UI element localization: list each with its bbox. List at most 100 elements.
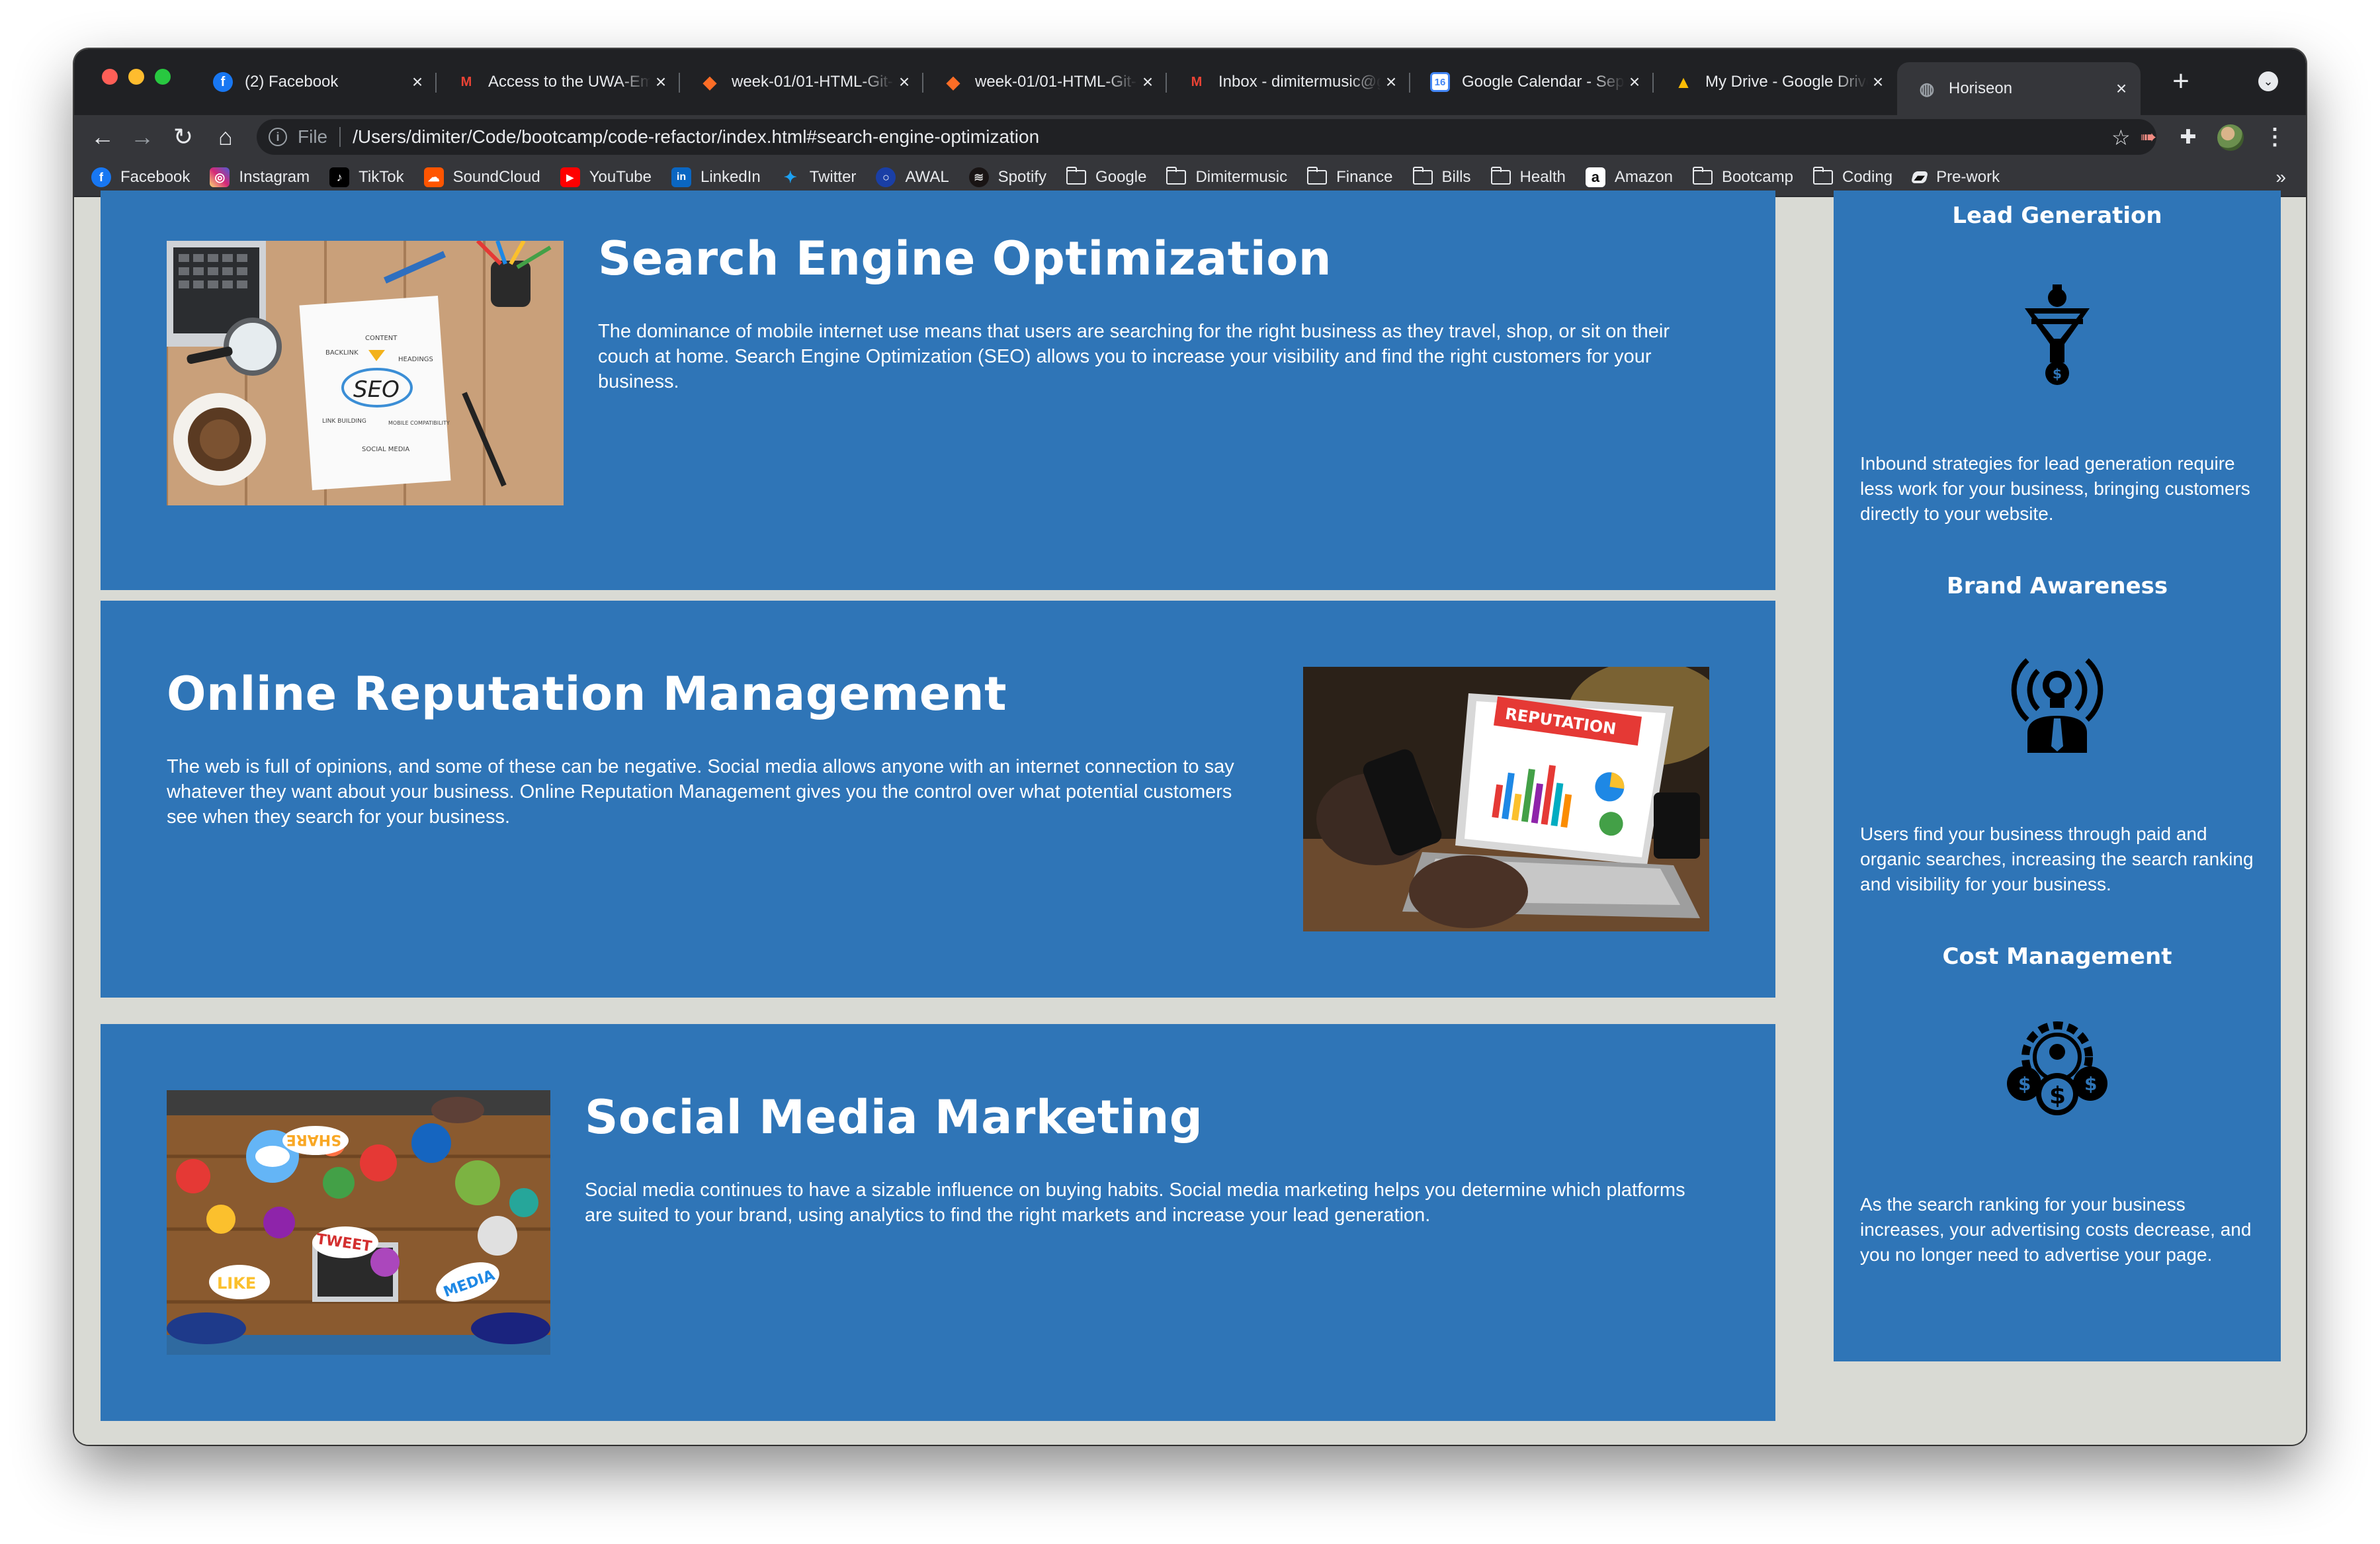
bookmark-folder-finance[interactable]: Finance xyxy=(1307,167,1393,187)
bookmarks-overflow-button[interactable]: » xyxy=(2275,167,2286,188)
gitlab-icon: ◆ xyxy=(703,71,716,92)
bookmark-label: Twitter xyxy=(809,168,857,186)
bookmark-folder-bootcamp[interactable]: Bootcamp xyxy=(1692,167,1793,187)
folder-icon xyxy=(1490,167,1511,185)
close-icon[interactable]: × xyxy=(1625,72,1644,92)
address-bar[interactable]: i File /Users/dimiter/Code/bootcamp/code… xyxy=(257,119,2156,155)
cost-management-icon: $ $ $ xyxy=(1834,1017,2281,1123)
close-icon[interactable]: × xyxy=(1138,72,1158,92)
seo-photo-text-mobile: MOBILE COMPATIBILITY xyxy=(388,420,450,426)
bookmark-spotify[interactable]: ≋ Spotify xyxy=(968,167,1046,187)
bookmark-label: SoundCloud xyxy=(452,168,540,186)
bookmark-label: Google xyxy=(1095,168,1147,186)
close-icon[interactable]: × xyxy=(1381,72,1401,92)
folder-icon xyxy=(1692,167,1713,185)
browser-menu-icon[interactable]: ⋮ xyxy=(2264,122,2286,152)
bookmark-awal[interactable]: ○ AWAL xyxy=(876,167,949,187)
linkedin-icon: in xyxy=(671,167,691,187)
tab-google-calendar[interactable]: 16 Google Calendar - Sept × xyxy=(1410,62,1654,102)
bookmark-youtube[interactable]: ▶ YouTube xyxy=(560,167,652,187)
tab-gitlab-1[interactable]: ◆ week-01/01-HTML-Git-CSS × xyxy=(680,62,923,102)
bookmark-facebook[interactable]: f Facebook xyxy=(91,167,190,187)
bookmark-star-icon[interactable]: ☆ xyxy=(2111,124,2131,151)
folder-icon xyxy=(1412,167,1433,185)
browser-toolbar: ← → ↻ ⌂ i File /Users/dimiter/Code/bootc… xyxy=(74,115,2306,159)
bookmark-linkedin[interactable]: in LinkedIn xyxy=(671,167,761,187)
forward-button[interactable]: → xyxy=(126,120,159,153)
profile-avatar[interactable] xyxy=(2217,124,2244,151)
bookmark-label: Amazon xyxy=(1614,168,1673,186)
bookmark-label: TikTok xyxy=(359,168,404,186)
section-title: Search Engine Optimization xyxy=(598,232,1332,286)
gitlab-icon: ◆ xyxy=(947,71,960,92)
back-button[interactable]: ← xyxy=(86,120,119,153)
tab-title: Horiseon xyxy=(1949,79,2013,97)
folder-icon xyxy=(1813,167,1833,185)
twitter-icon: ✦ xyxy=(783,168,797,187)
new-tab-button[interactable]: + xyxy=(2164,65,2197,98)
bookmark-pre-work[interactable]: ▰ Pre-work xyxy=(1910,168,2000,187)
section-title: Social Media Marketing xyxy=(585,1090,1203,1144)
tab-gmail-inbox[interactable]: M Inbox - dimitermusic@gmail × xyxy=(1167,62,1410,102)
section-social-media-marketing: SHARE TWEET LIKE MEDIA Social Media Mark… xyxy=(101,1024,1775,1421)
benefit-title: Brand Awareness xyxy=(1946,573,2168,599)
folder-icon xyxy=(1166,167,1187,185)
tab-google-drive[interactable]: ▲ My Drive - Google Drive × xyxy=(1654,62,1897,102)
seo-photo-text-seo: SEO xyxy=(353,376,400,403)
web-page: CONTENT BACKLINK HEADINGS LINK BUILDING … xyxy=(74,191,2306,1445)
bookmark-soundcloud[interactable]: ☁ SoundCloud xyxy=(423,167,540,187)
url-scheme: File xyxy=(298,126,328,147)
bookmark-label: Coding xyxy=(1842,168,1893,186)
seo-photo-text-social-media: SOCIAL MEDIA xyxy=(362,446,409,453)
section-title: Online Reputation Management xyxy=(167,667,1007,721)
tab-horiseon[interactable]: ◍ Horiseon × xyxy=(1897,62,2141,115)
bookmark-folder-coding[interactable]: Coding xyxy=(1813,167,1893,187)
section-body: Social media continues to have a sizable… xyxy=(585,1179,1685,1226)
tab-facebook[interactable]: f (2) Facebook × xyxy=(193,62,437,102)
tab-title: week-01/01-HTML-Git-CSS xyxy=(732,73,894,91)
facebook-icon: f xyxy=(213,72,233,92)
tab-title: Google Calendar - Sept xyxy=(1462,73,1625,91)
section-body: The web is full of opinions, and some of… xyxy=(167,756,1234,828)
tab-title: Inbox - dimitermusic@gmail xyxy=(1218,73,1381,91)
close-icon[interactable]: × xyxy=(2111,79,2131,99)
tab-title: My Drive - Google Drive xyxy=(1705,73,1868,91)
brand-awareness-icon xyxy=(1834,647,2281,753)
maximize-window-button[interactable] xyxy=(155,69,171,85)
tab-uwa-employ[interactable]: M Access to the UWA-Employ... × xyxy=(437,62,680,102)
bookmark-twitter[interactable]: ✦ Twitter xyxy=(781,167,857,187)
home-button[interactable]: ⌂ xyxy=(209,120,242,153)
bookmark-instagram[interactable]: ◎ Instagram xyxy=(210,167,310,187)
close-icon[interactable]: × xyxy=(894,72,914,92)
bookmark-folder-dimitermusic[interactable]: Dimitermusic xyxy=(1166,167,1287,187)
social-photo-like-text: LIKE xyxy=(217,1274,256,1293)
extension-icon[interactable]: ➠ xyxy=(2135,124,2162,151)
bookmark-label: YouTube xyxy=(589,168,652,186)
section-online-reputation-management: Online Reputation Management The web is … xyxy=(101,601,1775,998)
reload-button[interactable]: ↻ xyxy=(167,120,200,153)
url-text[interactable]: /Users/dimiter/Code/bootcamp/code-refact… xyxy=(353,126,1039,148)
bookmark-label: Bills xyxy=(1441,168,1471,186)
close-icon[interactable]: × xyxy=(651,72,671,92)
minimize-window-button[interactable] xyxy=(128,69,144,85)
bookmark-folder-health[interactable]: Health xyxy=(1490,167,1566,187)
folder-icon xyxy=(1066,167,1087,185)
bookmark-folder-google[interactable]: Google xyxy=(1066,167,1147,187)
seo-photo-text-headings: HEADINGS xyxy=(398,356,433,363)
tab-search-icon[interactable]: ⌄ xyxy=(2258,71,2278,91)
tab-gitlab-2[interactable]: ◆ week-01/01-HTML-Git-CSS × xyxy=(923,62,1167,102)
bookmark-label: Pre-work xyxy=(1936,168,2000,186)
tiktok-icon: ♪ xyxy=(329,167,350,187)
bookmark-tiktok[interactable]: ♪ TikTok xyxy=(329,167,404,187)
browser-window: f (2) Facebook × M Access to the UWA-Emp… xyxy=(74,49,2306,1445)
close-icon[interactable]: × xyxy=(1868,72,1888,92)
facebook-icon: f xyxy=(91,167,111,187)
bookmark-folder-bills[interactable]: Bills xyxy=(1412,167,1471,187)
bookmark-amazon[interactable]: a Amazon xyxy=(1585,167,1673,187)
close-window-button[interactable] xyxy=(102,69,118,85)
bookmark-label: Instagram xyxy=(239,168,310,186)
close-icon[interactable]: × xyxy=(407,72,427,92)
gmail-icon: M xyxy=(460,74,472,89)
extensions-puzzle-icon[interactable]: ✚ xyxy=(2175,124,2201,151)
info-icon[interactable]: i xyxy=(269,128,287,146)
